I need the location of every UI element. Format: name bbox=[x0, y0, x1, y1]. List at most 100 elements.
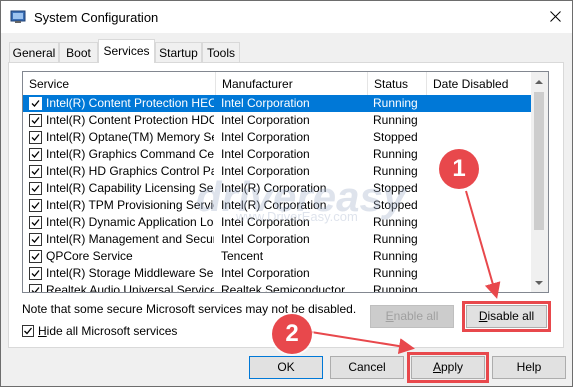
column-header-status[interactable]: Status bbox=[368, 72, 426, 96]
checkmark-icon bbox=[31, 236, 40, 243]
service-status: Running bbox=[373, 283, 418, 293]
tab-services[interactable]: Services bbox=[98, 39, 155, 63]
title-bar: System Configuration bbox=[1, 1, 572, 33]
service-manufacturer: Intel Corporation bbox=[221, 113, 310, 127]
service-name: Intel(R) TPM Provisioning Service bbox=[46, 198, 214, 212]
service-status: Stopped bbox=[373, 130, 418, 144]
enable-all-button[interactable]: Enable all bbox=[370, 305, 454, 328]
enable-all-label: nable all bbox=[393, 309, 439, 323]
service-row[interactable]: Intel(R) Content Protection HEC... Intel … bbox=[23, 95, 531, 112]
service-row[interactable]: Intel(R) Optane(TM) Memory Se... Intel Co… bbox=[23, 129, 531, 146]
service-name: Intel(R) HD Graphics Control Pa... bbox=[46, 164, 214, 178]
service-checkbox[interactable] bbox=[29, 267, 42, 280]
service-name: Intel(R) Management and Securi... bbox=[46, 232, 214, 246]
disable-all-highlight bbox=[462, 301, 551, 332]
service-name: Intel(R) Content Protection HEC... bbox=[46, 96, 214, 110]
service-name: Intel(R) Storage Middleware Ser... bbox=[46, 266, 214, 280]
tab-tools[interactable]: Tools bbox=[202, 42, 240, 62]
service-checkbox[interactable] bbox=[29, 284, 42, 292]
step-2-marker: 2 bbox=[272, 314, 312, 354]
column-header-date-disabled[interactable]: Date Disabled bbox=[427, 72, 531, 96]
hide-microsoft-services-label[interactable]: Hide all Microsoft services bbox=[38, 324, 177, 338]
help-button[interactable]: Help bbox=[492, 356, 566, 379]
service-checkbox[interactable] bbox=[29, 182, 42, 195]
checkmark-icon bbox=[31, 168, 40, 175]
service-checkbox[interactable] bbox=[29, 250, 42, 263]
tab-label: Startup bbox=[159, 46, 198, 60]
checkmark-icon bbox=[31, 202, 40, 209]
step-1-marker: 1 bbox=[439, 149, 479, 189]
scroll-down-icon[interactable] bbox=[535, 281, 543, 285]
checkmark-icon bbox=[31, 219, 40, 226]
tab-label: Boot bbox=[66, 46, 91, 60]
service-status: Running bbox=[373, 113, 418, 127]
service-row[interactable]: Intel(R) Content Protection HDC... Intel … bbox=[23, 112, 531, 129]
scrollbar-thumb[interactable] bbox=[534, 92, 544, 230]
service-status: Running bbox=[373, 249, 418, 263]
checkmark-icon bbox=[31, 185, 40, 192]
service-status: Running bbox=[373, 147, 418, 161]
column-header-manufacturer[interactable]: Manufacturer bbox=[216, 72, 367, 96]
service-name: Realtek Audio Universal Service bbox=[46, 283, 214, 293]
cancel-label: Cancel bbox=[348, 360, 386, 374]
hide-microsoft-services-checkbox[interactable] bbox=[22, 325, 34, 337]
tab-label: General bbox=[12, 46, 56, 60]
service-checkbox[interactable] bbox=[29, 233, 42, 246]
window-title: System Configuration bbox=[34, 10, 159, 25]
service-name: QPCore Service bbox=[46, 249, 133, 263]
service-name: Intel(R) Graphics Command Cen... bbox=[46, 147, 214, 161]
checkmark-icon bbox=[31, 287, 40, 292]
checkmark-icon bbox=[31, 253, 40, 260]
service-row[interactable]: Intel(R) Management and Securi... Intel C… bbox=[23, 231, 531, 248]
checkmark-icon bbox=[31, 117, 40, 124]
checkmark-icon bbox=[31, 134, 40, 141]
vertical-scrollbar[interactable] bbox=[531, 72, 548, 292]
cancel-button[interactable]: Cancel bbox=[330, 356, 404, 379]
tab-label: Services bbox=[103, 44, 150, 58]
ok-label: OK bbox=[277, 360, 295, 374]
service-manufacturer: Intel Corporation bbox=[221, 147, 310, 161]
service-manufacturer: Intel Corporation bbox=[221, 96, 310, 110]
service-checkbox[interactable] bbox=[29, 97, 42, 110]
close-button[interactable] bbox=[538, 1, 572, 33]
service-row[interactable]: Intel(R) Storage Middleware Ser... Intel … bbox=[23, 265, 531, 282]
service-manufacturer: Intel Corporation bbox=[221, 232, 310, 246]
service-manufacturer: Intel Corporation bbox=[221, 130, 310, 144]
service-name: Intel(R) Dynamic Application Loa... bbox=[46, 215, 214, 229]
apply-highlight bbox=[407, 352, 489, 383]
checkmark-icon bbox=[31, 100, 40, 107]
service-name: Intel(R) Optane(TM) Memory Se... bbox=[46, 130, 214, 144]
service-manufacturer: Realtek Semiconductor bbox=[221, 283, 346, 293]
service-name: Intel(R) Content Protection HDC... bbox=[46, 113, 214, 127]
tab-general[interactable]: General bbox=[9, 42, 59, 62]
service-status: Running bbox=[373, 266, 418, 280]
service-manufacturer: Tencent bbox=[221, 249, 264, 263]
service-checkbox[interactable] bbox=[29, 216, 42, 229]
service-checkbox[interactable] bbox=[29, 114, 42, 127]
service-row[interactable]: Realtek Audio Universal Service Realtek S… bbox=[23, 282, 531, 293]
system-config-icon bbox=[10, 10, 26, 23]
tab-boot[interactable]: Boot bbox=[59, 42, 98, 62]
service-name: Intel(R) Capability Licensing Ser... bbox=[46, 181, 214, 195]
service-checkbox[interactable] bbox=[29, 148, 42, 161]
service-checkbox[interactable] bbox=[29, 165, 42, 178]
list-header: Service Manufacturer Status Date Disable… bbox=[23, 72, 531, 97]
checkmark-icon bbox=[31, 151, 40, 158]
secure-services-note: Note that some secure Microsoft services… bbox=[22, 302, 357, 316]
ok-button[interactable]: OK bbox=[249, 356, 323, 379]
watermark-url: www.DriverEasy.com bbox=[236, 209, 358, 224]
checkmark-icon bbox=[24, 327, 33, 335]
column-header-service[interactable]: Service bbox=[23, 72, 215, 96]
service-status: Running bbox=[373, 232, 418, 246]
service-manufacturer: Intel Corporation bbox=[221, 266, 310, 280]
help-label: Help bbox=[516, 360, 542, 374]
close-icon bbox=[550, 11, 561, 22]
hide-ms-accel: H bbox=[38, 324, 47, 338]
scroll-up-icon[interactable] bbox=[535, 80, 543, 84]
service-status: Running bbox=[373, 96, 418, 110]
service-checkbox[interactable] bbox=[29, 199, 42, 212]
service-checkbox[interactable] bbox=[29, 131, 42, 144]
service-row[interactable]: QPCore Service Tencent Running bbox=[23, 248, 531, 265]
tab-startup[interactable]: Startup bbox=[155, 42, 202, 62]
system-configuration-window: System Configuration General Boot Servic… bbox=[0, 0, 573, 387]
